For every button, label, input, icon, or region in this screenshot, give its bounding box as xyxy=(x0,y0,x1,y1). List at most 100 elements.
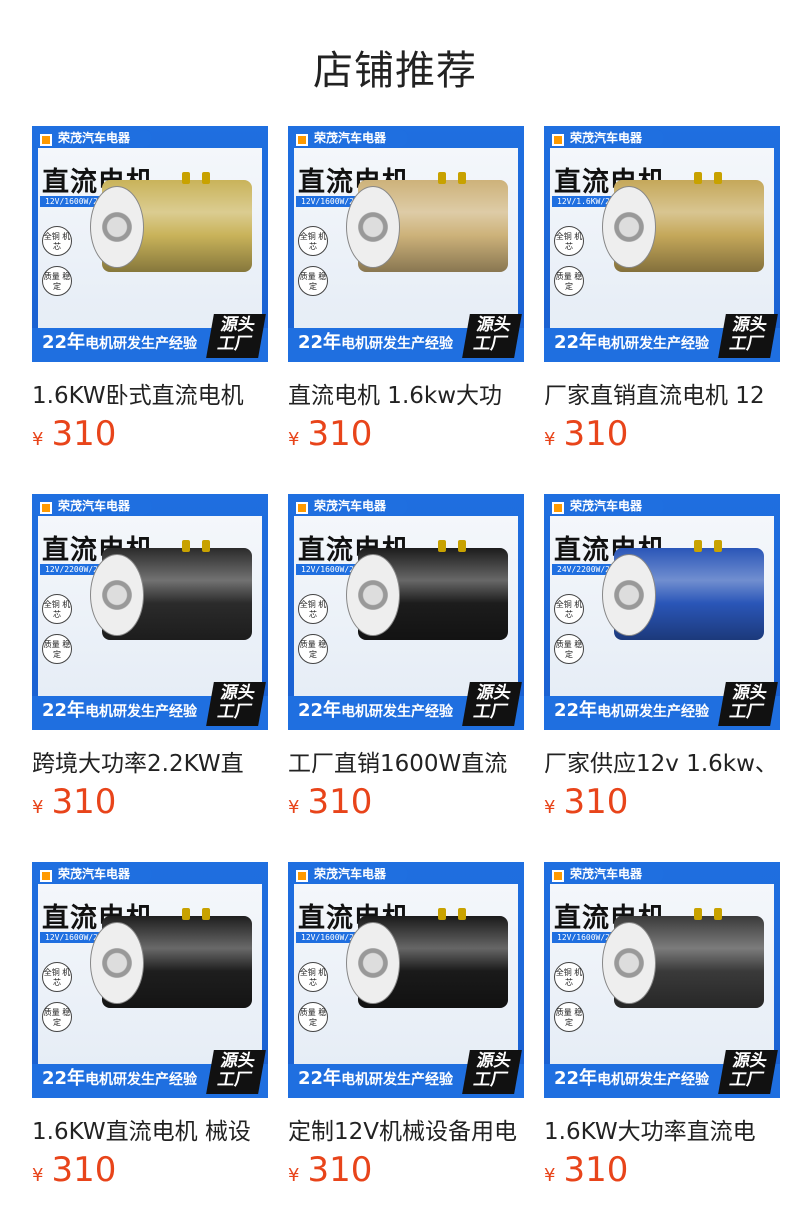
source-factory-badge: 源头 工厂 xyxy=(206,1050,266,1094)
copper-core-badge: 全铜 机芯 xyxy=(298,962,328,992)
price-amount: 310 xyxy=(307,1150,373,1190)
price-amount: 310 xyxy=(51,414,117,454)
terminal-icon xyxy=(458,540,466,552)
product-name[interactable]: 厂家供应12v 1.6kw、 xyxy=(544,744,780,778)
brand-name: 荣茂汽车电器 xyxy=(314,499,387,513)
experience-text: 22年电机研发生产经验 xyxy=(298,332,454,353)
brand-label: 荣茂汽车电器 xyxy=(36,497,153,515)
brand-label: 荣茂汽车电器 xyxy=(292,497,409,515)
copper-core-badge: 全铜 机芯 xyxy=(298,594,328,624)
price-amount: 310 xyxy=(51,782,117,822)
source-factory-badge: 源头 工厂 xyxy=(718,1050,778,1094)
brand-logo-icon xyxy=(296,502,308,514)
copper-core-badge: 全铜 机芯 xyxy=(554,594,584,624)
product-image[interactable]: 荣茂汽车电器 直流电机 12V/1.6KW/2500RPM 全铜 机芯 质量 稳… xyxy=(544,126,780,362)
experience-text: 22年电机研发生产经验 xyxy=(42,1068,198,1089)
price-amount: 310 xyxy=(51,1150,117,1190)
brand-logo-icon xyxy=(40,870,52,882)
source-factory-badge: 源头 工厂 xyxy=(718,682,778,726)
currency-symbol: ¥ xyxy=(288,429,300,450)
product-image[interactable]: 荣茂汽车电器 直流电机 12V/1600W/2500RPM 全铜 机芯 质量 稳… xyxy=(544,862,780,1098)
currency-symbol: ¥ xyxy=(544,797,556,818)
brand-name: 荣茂汽车电器 xyxy=(570,131,643,145)
product-image[interactable]: 荣茂汽车电器 直流电机 12V/1600W/2500RPM 全铜 机芯 质量 稳… xyxy=(288,126,524,362)
motor-end-cap xyxy=(346,554,400,636)
brand-name: 荣茂汽车电器 xyxy=(58,499,131,513)
currency-symbol: ¥ xyxy=(544,1165,556,1186)
product-price: ¥310 xyxy=(32,414,116,454)
currency-symbol: ¥ xyxy=(288,797,300,818)
brand-name: 荣茂汽车电器 xyxy=(314,131,387,145)
copper-core-badge: 全铜 机芯 xyxy=(554,962,584,992)
brand-logo-icon xyxy=(296,870,308,882)
experience-text: 22年电机研发生产经验 xyxy=(554,332,710,353)
product-name[interactable]: 跨境大功率2.2KW直 xyxy=(32,744,268,778)
product-name[interactable]: 直流电机 1.6kw大功 xyxy=(288,376,524,410)
product-name[interactable]: 厂家直销直流电机 12 xyxy=(544,376,780,410)
currency-symbol: ¥ xyxy=(32,429,44,450)
terminal-icon xyxy=(438,908,446,920)
experience-text: 22年电机研发生产经验 xyxy=(42,332,198,353)
quality-badge: 质量 稳定 xyxy=(42,1002,72,1032)
price-amount: 310 xyxy=(563,1150,629,1190)
quality-badge: 质量 稳定 xyxy=(298,1002,328,1032)
price-amount: 310 xyxy=(307,782,373,822)
brand-name: 荣茂汽车电器 xyxy=(570,499,643,513)
product-image[interactable]: 荣茂汽车电器 直流电机 12V/1600W/2500RPM 全铜 机芯 质量 稳… xyxy=(288,494,524,730)
terminal-icon xyxy=(438,172,446,184)
brand-label: 荣茂汽车电器 xyxy=(292,865,409,883)
product-name[interactable]: 1.6KW大功率直流电 xyxy=(544,1112,780,1146)
copper-core-badge: 全铜 机芯 xyxy=(298,226,328,256)
product-image[interactable]: 荣茂汽车电器 直流电机 12V/1600W/2500RPM 全铜 机芯 质量 稳… xyxy=(32,862,268,1098)
experience-text: 22年电机研发生产经验 xyxy=(554,1068,710,1089)
section-title: 店铺推荐 xyxy=(313,48,477,94)
experience-text: 22年电机研发生产经验 xyxy=(554,700,710,721)
source-factory-badge: 源头 工厂 xyxy=(462,1050,522,1094)
terminal-icon xyxy=(438,540,446,552)
product-image[interactable]: 荣茂汽车电器 直流电机 12V/1600W/2500RPM 全铜 机芯 质量 稳… xyxy=(32,126,268,362)
source-factory-badge: 源头 工厂 xyxy=(206,314,266,358)
product-image[interactable]: 荣茂汽车电器 直流电机 24V/2200W/2700RPM 全铜 机芯 质量 稳… xyxy=(544,494,780,730)
terminal-icon xyxy=(694,908,702,920)
copper-core-badge: 全铜 机芯 xyxy=(42,226,72,256)
product-name[interactable]: 1.6KW卧式直流电机 xyxy=(32,376,268,410)
product-price: ¥310 xyxy=(544,1150,628,1190)
terminal-icon xyxy=(182,540,190,552)
currency-symbol: ¥ xyxy=(32,1165,44,1186)
motor-end-cap xyxy=(90,554,144,636)
product-price: ¥310 xyxy=(288,414,372,454)
product-image[interactable]: 荣茂汽车电器 直流电机 12V/2200W/2700RPM 全铜 机芯 质量 稳… xyxy=(32,494,268,730)
product-price: ¥310 xyxy=(32,1150,116,1190)
motor-end-cap xyxy=(602,186,656,268)
terminal-icon xyxy=(694,172,702,184)
product-name[interactable]: 工厂直销1600W直流 xyxy=(288,744,524,778)
terminal-icon xyxy=(202,540,210,552)
currency-symbol: ¥ xyxy=(544,429,556,450)
currency-symbol: ¥ xyxy=(288,1165,300,1186)
brand-label: 荣茂汽车电器 xyxy=(548,497,665,515)
brand-logo-icon xyxy=(552,502,564,514)
product-price: ¥310 xyxy=(288,782,372,822)
terminal-icon xyxy=(714,172,722,184)
motor-end-cap xyxy=(90,922,144,1004)
quality-badge: 质量 稳定 xyxy=(554,266,584,296)
quality-badge: 质量 稳定 xyxy=(42,266,72,296)
product-price: ¥310 xyxy=(32,782,116,822)
experience-text: 22年电机研发生产经验 xyxy=(42,700,198,721)
brand-logo-icon xyxy=(552,134,564,146)
brand-logo-icon xyxy=(296,134,308,146)
terminal-icon xyxy=(202,172,210,184)
source-factory-badge: 源头 工厂 xyxy=(462,682,522,726)
source-factory-badge: 源头 工厂 xyxy=(206,682,266,726)
brand-label: 荣茂汽车电器 xyxy=(548,129,665,147)
product-name[interactable]: 1.6KW直流电机 械设 xyxy=(32,1112,268,1146)
copper-core-badge: 全铜 机芯 xyxy=(42,962,72,992)
brand-logo-icon xyxy=(40,134,52,146)
brand-name: 荣茂汽车电器 xyxy=(314,867,387,881)
product-image[interactable]: 荣茂汽车电器 直流电机 12V/1600W/2500RPM 全铜 机芯 质量 稳… xyxy=(288,862,524,1098)
motor-end-cap xyxy=(346,922,400,1004)
brand-name: 荣茂汽车电器 xyxy=(570,867,643,881)
terminal-icon xyxy=(458,172,466,184)
product-name[interactable]: 定制12V机械设备用电 xyxy=(288,1112,524,1146)
terminal-icon xyxy=(182,908,190,920)
